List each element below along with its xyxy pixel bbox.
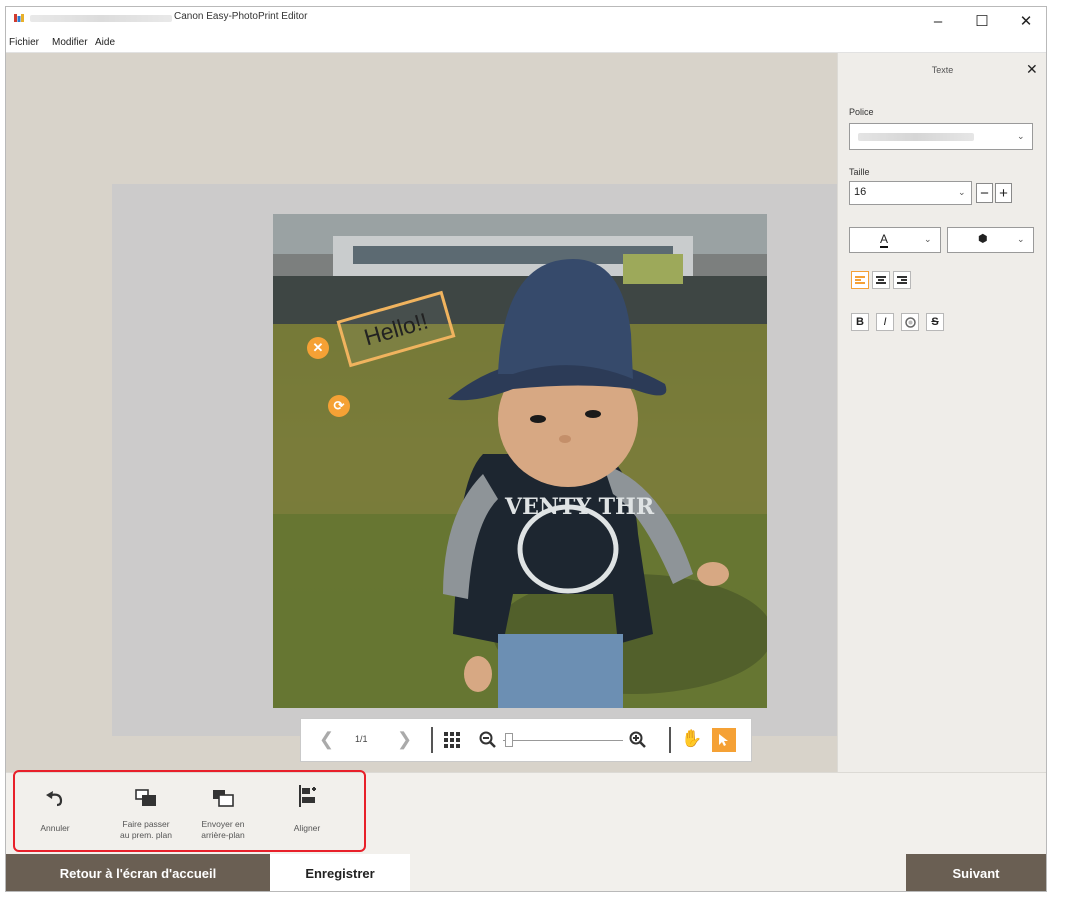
menu-bar: Fichier Modifier Aide (6, 35, 1046, 53)
size-value: 16 (854, 186, 867, 198)
save-button[interactable]: Enregistrer (270, 854, 410, 891)
align-left-button[interactable] (851, 271, 869, 289)
font-label: Police (849, 107, 874, 117)
previous-page-icon[interactable]: ❮ (319, 729, 334, 750)
chevron-down-icon: ⌄ (958, 187, 966, 197)
decrease-size-button[interactable]: − (976, 183, 993, 203)
menu-fichier[interactable]: Fichier (9, 37, 39, 48)
fill-bucket-icon: ⬢ (978, 233, 988, 245)
text-properties-panel: Texte ✕ Police ⌄ Taille 16 ⌄ − + A ⌄ ⬢ ⌄ (837, 53, 1046, 772)
chevron-down-icon: ⌄ (1017, 131, 1025, 141)
zoom-out-icon[interactable] (479, 731, 497, 749)
text-color-dropdown[interactable]: A ⌄ (849, 227, 941, 253)
highlight-box (13, 770, 366, 852)
background-color-dropdown[interactable]: ⬢ ⌄ (947, 227, 1034, 253)
pointer-icon (719, 734, 728, 746)
align-right-icon (897, 276, 907, 284)
text-color-icon: A (880, 232, 889, 248)
minimize-button[interactable]: – (916, 7, 960, 35)
align-right-button[interactable] (893, 271, 911, 289)
zoom-toolbar: ❮ 1/1 ❯ ✋ (300, 718, 752, 762)
delete-text-icon[interactable]: ✕ (307, 337, 329, 359)
size-dropdown[interactable]: 16 ⌄ (849, 181, 972, 205)
blurred-document-name (30, 15, 172, 22)
menu-modifier[interactable]: Modifier (52, 37, 88, 48)
panel-title: Texte (931, 65, 954, 75)
back-home-button[interactable]: Retour à l'écran d'accueil (6, 854, 270, 891)
svg-text:VENTY THR: VENTY THR (504, 494, 655, 520)
size-label: Taille (849, 167, 870, 177)
menu-aide[interactable]: Aide (95, 37, 115, 48)
grid-view-icon[interactable] (444, 732, 460, 748)
italic-button[interactable]: I (876, 313, 894, 331)
select-tool-button[interactable] (712, 728, 736, 752)
zoom-slider-thumb[interactable] (505, 733, 514, 747)
app-logo-icon (14, 14, 24, 22)
close-panel-button[interactable]: ✕ (1026, 61, 1038, 78)
strikethrough-button[interactable]: S (926, 313, 944, 331)
chevron-down-icon: ⌄ (924, 234, 932, 244)
bold-button[interactable]: B (851, 313, 869, 331)
align-left-icon (855, 276, 865, 284)
footer: Retour à l'écran d'accueil Enregistrer S… (6, 854, 1046, 891)
next-page-icon[interactable]: ❯ (397, 729, 412, 750)
app-window: Canon Easy-PhotoPrint Editor – ☐ ✕ Fichi… (5, 6, 1047, 892)
text-object-content: Hello!! (360, 307, 431, 351)
divider (669, 727, 671, 753)
align-center-icon (876, 276, 886, 284)
window-title: Canon Easy-PhotoPrint Editor (174, 11, 308, 22)
title-bar: Canon Easy-PhotoPrint Editor – ☐ ✕ (6, 7, 1046, 35)
hand-tool-icon[interactable]: ✋ (681, 729, 702, 749)
page-indicator: 1/1 (355, 734, 368, 744)
increase-size-button[interactable]: + (995, 183, 1012, 203)
blurred-font-name (858, 133, 974, 141)
canvas-area: VENTY THR Hello!! ✕ ⟳ ❮ 1/1 ❯ ✋ (6, 53, 837, 772)
photo-image: VENTY THR (273, 214, 767, 708)
outline-button[interactable] (901, 313, 919, 331)
maximize-button[interactable]: ☐ (960, 7, 1004, 35)
close-window-button[interactable]: ✕ (1004, 7, 1046, 35)
font-dropdown[interactable]: ⌄ (849, 123, 1033, 150)
photo-item[interactable]: VENTY THR (273, 214, 767, 708)
divider (431, 727, 433, 753)
zoom-in-icon[interactable] (629, 731, 647, 749)
next-button[interactable]: Suivant (906, 854, 1046, 891)
zoom-slider[interactable] (503, 740, 623, 741)
align-center-button[interactable] (872, 271, 890, 289)
rotate-text-icon[interactable]: ⟳ (328, 395, 350, 417)
chevron-down-icon: ⌄ (1017, 234, 1025, 244)
outline-icon (904, 316, 916, 328)
